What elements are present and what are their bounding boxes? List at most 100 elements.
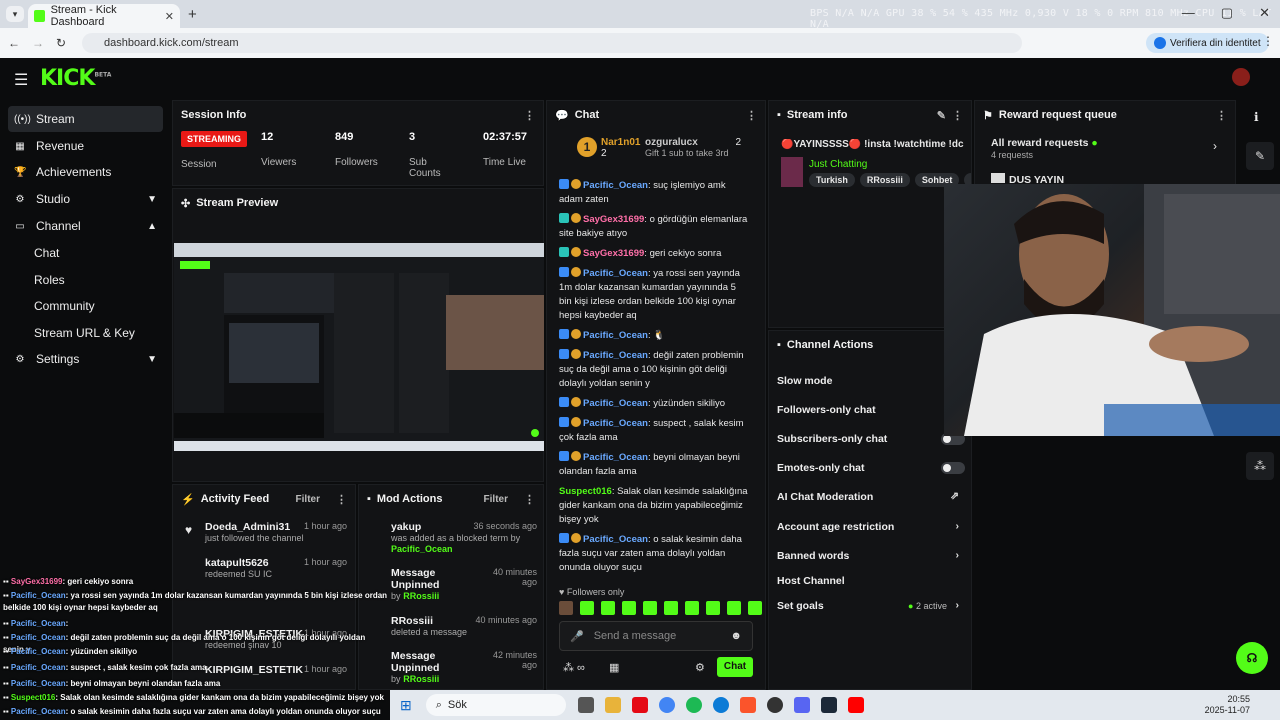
sidebar-item-settings[interactable]: ⚙ Settings ▼ xyxy=(8,346,163,372)
file-explorer-icon[interactable] xyxy=(604,697,621,713)
emote-icon[interactable] xyxy=(643,601,657,615)
sidebar-item-stream-url[interactable]: Stream URL & Key xyxy=(34,326,135,340)
action-followers-only[interactable]: Followers-only chat xyxy=(777,404,965,416)
mod-by-user[interactable]: RRossiii xyxy=(403,674,439,684)
chat-tools-icon[interactable]: ⁂ ∞ xyxy=(563,661,585,674)
chat-username[interactable]: Pacific_Ocean xyxy=(583,452,648,463)
chrome-icon[interactable] xyxy=(658,697,675,713)
category-name[interactable]: Just Chatting xyxy=(809,159,867,170)
sidebar-item-roles[interactable]: Roles xyxy=(34,273,65,287)
sidebar-item-revenue[interactable]: ▦ Revenue xyxy=(8,133,163,159)
sidebar-item-community[interactable]: Community xyxy=(34,299,95,313)
action-host-channel[interactable]: Host Channel xyxy=(777,575,965,587)
chat-username[interactable]: SayGex31699 xyxy=(583,248,644,259)
widget-icon[interactable]: ⁂ xyxy=(1246,452,1274,480)
sidebar-item-chat[interactable]: Chat xyxy=(34,246,59,260)
filter-button[interactable]: Filter xyxy=(296,494,320,505)
youtube-icon[interactable] xyxy=(847,697,864,713)
stream-preview-video[interactable] xyxy=(174,243,544,451)
taskview-icon[interactable] xyxy=(577,697,594,713)
tab-list-button[interactable]: ▾ xyxy=(6,6,24,22)
close-tab-icon[interactable]: ✕ xyxy=(165,10,174,23)
top-gifter-2[interactable]: ozguralucx 2 Gift 1 sub to take 3rd xyxy=(645,137,761,159)
chat-username[interactable]: Pacific_Ocean xyxy=(583,398,648,409)
discord-icon[interactable] xyxy=(793,697,810,713)
chat-username[interactable]: SayGex31699 xyxy=(583,214,644,225)
tag-chip[interactable]: Turkish xyxy=(809,173,855,187)
edge-icon[interactable] xyxy=(712,697,729,713)
more-icon[interactable]: ⋮ xyxy=(1216,109,1227,122)
edit-layout-icon[interactable]: ✎ xyxy=(1246,142,1274,170)
chat-username[interactable]: Pacific_Ocean xyxy=(583,534,648,545)
filter-button[interactable]: Filter xyxy=(484,494,508,505)
top-gifter-1[interactable]: Nar1n01 2 xyxy=(601,137,640,159)
store-icon[interactable]: ▦ xyxy=(609,661,619,674)
kick-logo[interactable]: KICKBETA xyxy=(40,66,111,91)
windows-start-icon[interactable]: ⊞ xyxy=(400,697,412,714)
emote-icon[interactable] xyxy=(727,601,741,615)
more-icon[interactable]: ⋮ xyxy=(524,493,535,506)
new-tab-button[interactable]: + xyxy=(188,6,197,23)
action-set-goals[interactable]: Set goals ● 2 active › xyxy=(777,599,965,612)
chat-input[interactable]: 🎤 Send a message ☻ xyxy=(559,621,753,651)
profile-button[interactable]: Verifiera din identitet xyxy=(1146,33,1269,53)
menu-icon[interactable]: ☰ xyxy=(14,70,28,90)
action-slow-mode[interactable]: Slow mode xyxy=(777,375,965,387)
url-field[interactable]: dashboard.kick.com/stream xyxy=(82,33,1022,53)
emote-icon[interactable] xyxy=(706,601,720,615)
netflix-icon[interactable] xyxy=(631,697,648,713)
emote-icon[interactable] xyxy=(580,601,594,615)
steam-icon[interactable] xyxy=(820,697,837,713)
user-avatar[interactable] xyxy=(1232,68,1250,86)
send-chat-button[interactable]: Chat xyxy=(717,657,753,677)
chat-username[interactable]: Pacific_Ocean xyxy=(583,330,648,341)
more-icon[interactable]: ⋮ xyxy=(524,109,535,122)
mod-by-user[interactable]: Pacific_Ocean xyxy=(391,544,453,554)
all-rewards-link[interactable]: All reward requests ● 4 requests xyxy=(991,137,1098,161)
edit-icon[interactable]: ✎ xyxy=(937,109,946,122)
emote-icon[interactable] xyxy=(748,601,762,615)
microphone-icon[interactable]: 🎤 xyxy=(570,630,584,643)
minimize-icon[interactable]: — xyxy=(1182,5,1195,21)
more-icon[interactable]: ⋮ xyxy=(746,109,757,122)
more-icon[interactable]: ⋮ xyxy=(952,109,963,122)
sidebar-item-channel[interactable]: ▭ Channel ▲ xyxy=(8,213,163,239)
emote-icon[interactable] xyxy=(622,601,636,615)
brave-icon[interactable] xyxy=(739,697,756,713)
chat-username[interactable]: Suspect016 xyxy=(559,486,612,497)
mod-by-user[interactable]: RRossiii xyxy=(403,591,439,601)
chat-username[interactable]: Pacific_Ocean xyxy=(583,350,648,361)
more-icon[interactable]: ⋮ xyxy=(336,493,347,506)
chevron-right-icon[interactable]: › xyxy=(1213,139,1217,153)
sidebar-item-studio[interactable]: ⚙ Studio ▼ xyxy=(8,186,163,212)
taskbar-search[interactable]: ⌕ Sök xyxy=(425,694,566,716)
browser-tab[interactable]: Stream - Kick Dashboard ✕ xyxy=(28,4,180,28)
action-subscribers-only[interactable]: Subscribers-only chat xyxy=(777,433,965,445)
emote-icon[interactable] xyxy=(664,601,678,615)
tag-chip[interactable]: RRossiii xyxy=(859,173,910,187)
sidebar-item-achievements[interactable]: 🏆 Achievements xyxy=(8,159,163,185)
gift-sub-prompt[interactable]: Gift 1 sub to take 3rd xyxy=(645,148,729,158)
emote-icon[interactable] xyxy=(559,601,573,615)
emotes-only-toggle[interactable] xyxy=(941,462,965,474)
action-ai-moderation[interactable]: AI Chat Moderation ⇗ xyxy=(777,490,965,503)
action-emotes-only[interactable]: Emotes-only chat xyxy=(777,462,965,474)
action-banned-words[interactable]: Banned words › xyxy=(777,549,965,562)
sidebar-item-stream[interactable]: ((•)) Stream xyxy=(8,106,163,132)
close-window-icon[interactable]: ✕ xyxy=(1259,5,1270,21)
chat-settings-icon[interactable]: ⚙ xyxy=(695,661,705,674)
support-icon[interactable]: ☊ xyxy=(1236,642,1268,674)
spotify-icon[interactable] xyxy=(685,697,702,713)
forward-icon[interactable]: → xyxy=(32,36,44,50)
browser-menu-icon[interactable]: ⋮ xyxy=(1262,34,1274,48)
clock[interactable]: 20:55 2025-11-07 xyxy=(1205,694,1250,716)
chat-username[interactable]: Pacific_Ocean xyxy=(583,418,648,429)
maximize-icon[interactable]: ▢ xyxy=(1221,5,1233,21)
emote-icon[interactable] xyxy=(601,601,615,615)
info-icon[interactable]: ℹ xyxy=(1254,110,1259,124)
back-icon[interactable]: ← xyxy=(8,36,20,50)
chat-username[interactable]: Pacific_Ocean xyxy=(583,268,648,279)
emoji-icon[interactable]: ☻ xyxy=(730,630,742,642)
chat-username[interactable]: Pacific_Ocean xyxy=(583,180,648,191)
action-account-age[interactable]: Account age restriction › xyxy=(777,520,965,533)
